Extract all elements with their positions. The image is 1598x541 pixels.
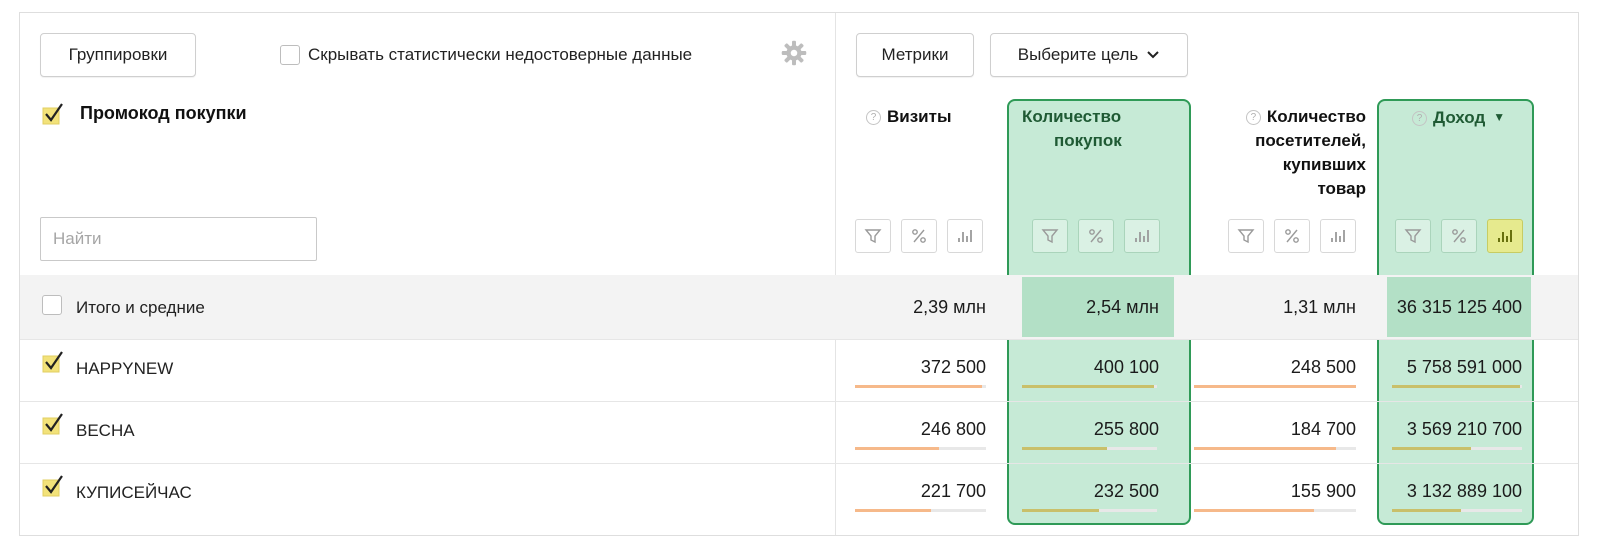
totals-revenue: 36 315 125 400: [1396, 297, 1522, 317]
hide-unreliable-checkbox[interactable]: [280, 45, 300, 65]
cell-value: 255 800: [1093, 419, 1159, 439]
row-divider: [20, 463, 1578, 464]
totals-purchases: 2,54 млн: [1086, 297, 1159, 317]
search-input[interactable]: [40, 217, 317, 261]
cell-value: 184 700: [1290, 419, 1356, 439]
percent-icon[interactable]: [901, 219, 937, 253]
share-bar: [1392, 385, 1520, 388]
column-header-revenue[interactable]: ? Доход ▼: [1412, 105, 1530, 130]
cell-value: 246 800: [920, 419, 986, 439]
cell-value: 221 700: [920, 481, 986, 501]
cell-value: 155 900: [1290, 481, 1356, 501]
share-bar: [855, 509, 931, 512]
metrics-button[interactable]: Метрики: [856, 33, 974, 77]
percent-icon[interactable]: [1078, 219, 1114, 253]
goal-select[interactable]: Выберите цель: [990, 33, 1188, 77]
row-label[interactable]: КУПИСЕЙЧАС: [76, 483, 192, 503]
check-icon[interactable]: [42, 411, 66, 435]
share-bar: [1022, 385, 1154, 388]
row-divider: [20, 401, 1578, 402]
totals-checkbox[interactable]: [42, 295, 62, 315]
percent-icon[interactable]: [1274, 219, 1310, 253]
share-bar: [1392, 447, 1471, 450]
share-bar: [855, 385, 982, 388]
chart-icon[interactable]: [1124, 219, 1160, 253]
cell-value: 3 569 210 700: [1406, 419, 1522, 439]
share-bar: [1194, 509, 1314, 512]
dimension-header[interactable]: Промокод покупки: [42, 101, 247, 125]
cell-value: 400 100: [1093, 357, 1159, 377]
chart-icon[interactable]: [947, 219, 983, 253]
percent-icon[interactable]: [1441, 219, 1477, 253]
check-icon[interactable]: [42, 473, 66, 497]
hide-unreliable-toggle[interactable]: Скрывать статистически недостоверные дан…: [280, 43, 692, 67]
groupings-button[interactable]: Группировки: [40, 33, 196, 77]
check-icon[interactable]: [42, 349, 66, 373]
cell-value: 232 500: [1093, 481, 1159, 501]
dimension-title: Промокод покупки: [80, 102, 247, 123]
chart-icon[interactable]: [1487, 219, 1523, 253]
sort-desc-icon[interactable]: ▼: [1493, 110, 1505, 124]
gear-icon[interactable]: [780, 39, 808, 67]
share-bar: [1194, 385, 1356, 388]
cell-value: 372 500: [920, 357, 986, 377]
share-bar: [1022, 509, 1099, 512]
check-icon[interactable]: [42, 101, 66, 125]
filter-icon[interactable]: [1032, 219, 1068, 253]
row-label[interactable]: HAPPYNEW: [76, 359, 173, 379]
filter-icon[interactable]: [1228, 219, 1264, 253]
chart-icon[interactable]: [1320, 219, 1356, 253]
help-icon[interactable]: ?: [1412, 111, 1427, 126]
column-header-purchases[interactable]: Количество покупок: [1022, 105, 1172, 153]
row-divider: [20, 339, 1578, 340]
cell-value: 5 758 591 000: [1406, 357, 1522, 377]
chevron-down-icon: [1147, 51, 1159, 59]
help-icon[interactable]: ?: [1245, 110, 1261, 125]
totals-label: Итого и средние: [76, 298, 205, 317]
share-bar: [1022, 447, 1107, 450]
goal-select-label: Выберите цель: [1017, 45, 1139, 64]
hide-unreliable-label: Скрывать статистически недостоверные дан…: [308, 45, 693, 64]
row-label[interactable]: ВЕСНА: [76, 421, 135, 441]
help-icon[interactable]: ?: [866, 110, 881, 125]
column-header-visits[interactable]: ? Визиты: [866, 105, 986, 129]
share-bar: [1392, 509, 1461, 512]
share-bar: [1194, 447, 1336, 450]
totals-visits: 2,39 млн: [913, 297, 986, 317]
totals-buyers: 1,31 млн: [1283, 297, 1356, 317]
report-table: Группировки Скрывать статистически недос…: [19, 12, 1579, 536]
cell-value: 3 132 889 100: [1406, 481, 1522, 501]
filter-icon[interactable]: [1395, 219, 1431, 253]
filter-icon[interactable]: [855, 219, 891, 253]
cell-value: 248 500: [1290, 357, 1356, 377]
column-header-buyers[interactable]: ? Количество посетителей, купивших товар: [1198, 105, 1366, 201]
share-bar: [855, 447, 939, 450]
